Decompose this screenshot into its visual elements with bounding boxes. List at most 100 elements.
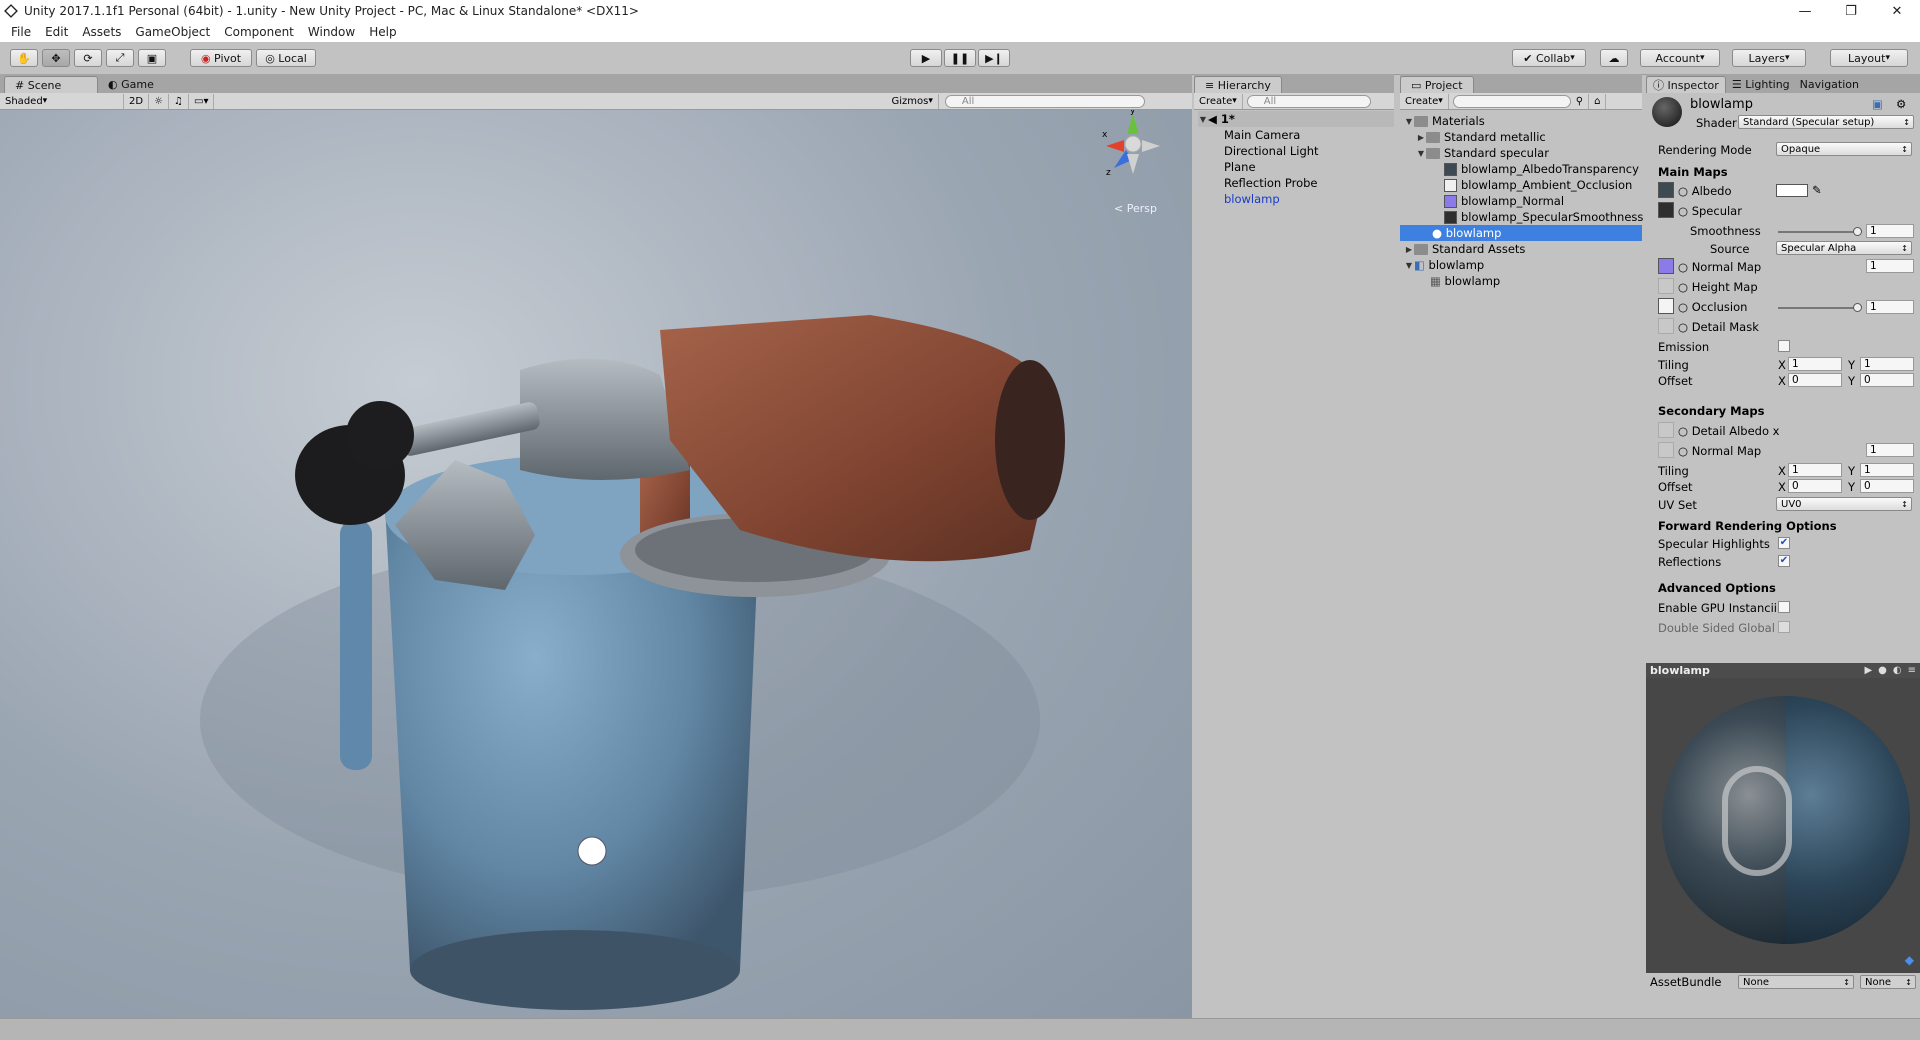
shader-dropdown[interactable]: Standard (Specular setup) [1738,115,1914,129]
occlusion-slider[interactable] [1778,303,1862,312]
sec-offset-y-field[interactable]: 0 [1860,479,1914,493]
layout-dropdown[interactable]: Layout [1830,49,1908,67]
play-button[interactable]: ▶ [910,49,942,67]
hierarchy-item-plane[interactable]: Plane [1224,159,1256,175]
scene-search-input[interactable]: All [944,94,1145,108]
pause-button[interactable]: ❚❚ [944,49,976,67]
filter-label-icon[interactable]: ⌂ [1589,93,1607,109]
tab-lighting[interactable]: ☰ Lighting [1726,76,1796,93]
shading-dropdown[interactable]: Shaded [0,93,124,109]
project-create-button[interactable]: Create [1400,93,1449,109]
secondary-normal-field[interactable]: 1 [1866,443,1914,457]
asset-normal-texture[interactable]: blowlamp_Normal [1444,193,1564,209]
asset-occlusion-texture[interactable]: blowlamp_Ambient_Occlusion [1444,177,1632,193]
scale-tool-icon[interactable]: ⤢ [106,49,134,67]
scene-gizmo[interactable]: y x z [1098,110,1168,186]
albedo-color-picker[interactable] [1776,184,1808,197]
menu-file[interactable]: File [4,25,38,39]
gizmos-dropdown[interactable]: Gizmos [886,93,939,109]
hierarchy-item-directional-light[interactable]: Directional Light [1224,143,1319,159]
effects-toggle-icon[interactable]: ▭▾ [189,93,215,109]
audio-toggle-icon[interactable]: ♫ [169,93,189,109]
tab-project[interactable]: ▭ Project [1400,76,1474,93]
occlusion-field[interactable]: 1 [1866,300,1914,314]
hierarchy-item-main-camera[interactable]: Main Camera [1224,127,1300,143]
tab-scene[interactable]: # Scene [4,76,98,93]
asset-variant-dropdown[interactable]: None [1860,975,1916,989]
settings-gear-icon[interactable]: ⚙ [1896,97,1906,111]
rotate-tool-icon[interactable]: ⟳ [74,49,102,67]
menu-assets[interactable]: Assets [75,25,128,39]
help-icon[interactable]: ▣ [1872,97,1883,111]
scene-root[interactable]: ▼ ◀ 1* [1198,111,1394,127]
hierarchy-create-button[interactable]: Create [1194,93,1243,109]
projection-label[interactable]: < Persp [1114,202,1157,215]
preview-menu-icon[interactable]: ≡ [1908,665,1916,676]
uv-set-dropdown[interactable]: UV0 [1776,497,1912,511]
layers-dropdown[interactable]: Layers [1732,49,1806,67]
preview-light-icon[interactable]: ◐ [1893,665,1902,676]
height-map-slot[interactable] [1658,278,1674,294]
hierarchy-item-blowlamp[interactable]: blowlamp [1224,191,1280,207]
sec-offset-x-field[interactable]: 0 [1788,479,1842,493]
occlusion-slider-knob[interactable] [1853,303,1862,312]
local-toggle[interactable]: ◎ Local [256,49,316,67]
folder-standard-specular[interactable]: ▼ Standard specular [1416,145,1549,161]
emission-checkbox[interactable] [1778,340,1790,352]
filter-type-icon[interactable]: ⚲ [1571,93,1590,109]
tiling-y-field[interactable]: 1 [1860,357,1914,371]
maximize-button[interactable]: ❐ [1828,0,1874,22]
hierarchy-search-input[interactable]: All [1246,94,1371,108]
folder-materials[interactable]: ▼ Materials [1404,113,1485,129]
cloud-icon[interactable]: ☁ [1600,49,1628,67]
eyedropper-icon[interactable]: ✎ [1812,183,1822,197]
asset-label-tag-icon[interactable]: ◆ [1905,953,1914,967]
source-dropdown[interactable]: Specular Alpha [1776,241,1912,255]
project-search-input[interactable] [1452,94,1571,108]
smoothness-slider-knob[interactable] [1853,227,1862,236]
gpu-instancing-checkbox[interactable] [1778,601,1790,613]
detail-albedo-slot[interactable] [1658,422,1674,438]
tab-game[interactable]: ◐ Game [98,76,168,93]
menu-window[interactable]: Window [301,25,362,39]
scene-view[interactable]: y x z < Persp [0,110,1192,1018]
specular-highlights-checkbox[interactable]: ✔ [1778,537,1790,549]
tiling-x-field[interactable]: 1 [1788,357,1842,371]
close-button[interactable]: ✕ [1874,0,1920,22]
collab-dropdown[interactable]: ✔ Collab [1512,49,1586,67]
smoothness-field[interactable]: 1 [1866,224,1914,238]
asset-blowlamp-model[interactable]: ▼ ◧ blowlamp [1404,257,1484,273]
move-tool-icon[interactable]: ✥ [42,49,70,67]
menu-component[interactable]: Component [217,25,301,39]
step-button[interactable]: ▶❙ [978,49,1010,67]
offset-x-field[interactable]: 0 [1788,373,1842,387]
2d-toggle[interactable]: 2D [124,93,150,109]
preview-play-icon[interactable]: ▶ [1864,665,1872,676]
asset-specular-texture[interactable]: blowlamp_SpecularSmoothness [1444,209,1643,225]
smoothness-slider[interactable] [1778,227,1862,236]
hand-tool-icon[interactable]: ✋ [10,49,38,67]
lighting-toggle-icon[interactable]: ☼ [149,93,170,109]
tab-hierarchy[interactable]: ≡ Hierarchy [1194,76,1282,93]
minimize-button[interactable]: — [1782,0,1828,22]
pivot-toggle[interactable]: ◉ Pivot [190,49,252,67]
rendering-mode-dropdown[interactable]: Opaque [1776,142,1912,156]
offset-y-field[interactable]: 0 [1860,373,1914,387]
menu-gameobject[interactable]: GameObject [128,25,217,39]
specular-texture-slot[interactable] [1658,202,1674,218]
normal-map-slot[interactable] [1658,258,1674,274]
tab-navigation[interactable]: Navigation [1796,76,1863,93]
asset-albedo-texture[interactable]: blowlamp_AlbedoTransparency [1444,161,1639,177]
material-preview[interactable]: ◆ [1646,678,1920,973]
reflections-checkbox[interactable]: ✔ [1778,555,1790,567]
menu-help[interactable]: Help [362,25,403,39]
menu-edit[interactable]: Edit [38,25,75,39]
detail-mask-slot[interactable] [1658,318,1674,334]
normal-scale-field[interactable]: 1 [1866,259,1914,273]
albedo-texture-slot[interactable] [1658,182,1674,198]
sec-tiling-x-field[interactable]: 1 [1788,463,1842,477]
asset-bundle-dropdown[interactable]: None [1738,975,1854,989]
asset-blowlamp-mesh[interactable]: ▦ blowlamp [1430,273,1500,289]
folder-standard-metallic[interactable]: ▶ Standard metallic [1416,129,1546,145]
secondary-normal-slot[interactable] [1658,442,1674,458]
